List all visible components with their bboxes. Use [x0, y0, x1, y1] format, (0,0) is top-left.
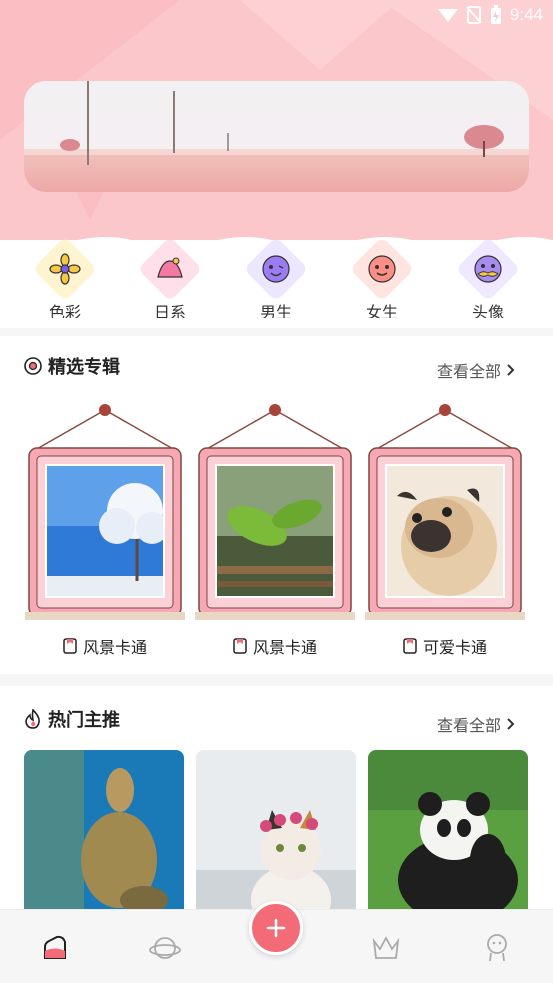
- status-bar: 9:44: [0, 0, 553, 32]
- category-label: 女生: [365, 303, 398, 318]
- bookmark-icon: [63, 638, 77, 654]
- no-sim-icon: [466, 6, 482, 24]
- green-sprout-image: [217, 466, 333, 596]
- flame-icon: [25, 709, 40, 729]
- category-avatar[interactable]: 头像: [448, 236, 528, 318]
- category-japanese[interactable]: 日系: [130, 236, 210, 318]
- category-icon-bg: [349, 236, 415, 302]
- album-card[interactable]: [195, 402, 355, 622]
- add-button[interactable]: [249, 901, 303, 955]
- album-photo-snowy-tree: [45, 464, 165, 598]
- nav-home[interactable]: [35, 928, 75, 968]
- status-time: 9:44: [509, 5, 543, 24]
- album-label-text: 风景卡通: [252, 638, 317, 657]
- hot-title: 热门主推: [24, 706, 120, 732]
- category-label: 男生: [259, 303, 292, 318]
- category-label: 色彩: [48, 303, 81, 318]
- pug-dog-image: [387, 466, 503, 596]
- banner-image: [24, 81, 529, 192]
- chevron-right-icon: [507, 718, 515, 730]
- category-icon-bg: [32, 236, 98, 302]
- see-all-label: 查看全部: [436, 716, 501, 735]
- category-icon-bg: [455, 236, 521, 302]
- album-card[interactable]: [25, 402, 185, 622]
- album-label-text: 可爱卡通: [422, 638, 487, 657]
- hot-card-cat[interactable]: [196, 750, 356, 920]
- nav-profile[interactable]: [477, 928, 517, 968]
- mustache-face-icon: [474, 255, 502, 283]
- album-label-text: 风景卡通: [82, 638, 147, 657]
- category-icon-bg: [137, 236, 203, 302]
- featured-title-text: 精选专辑: [48, 357, 120, 378]
- battery-icon: [490, 5, 501, 24]
- hot-card-turtle[interactable]: [24, 750, 184, 920]
- category-color[interactable]: 色彩: [25, 236, 105, 318]
- target-icon: [24, 357, 42, 375]
- album-label: 可爱卡通: [365, 634, 525, 658]
- featured-title: 精选专辑: [24, 353, 120, 379]
- hot-see-all[interactable]: 查看全部: [437, 712, 515, 736]
- featured-see-all[interactable]: 查看全部: [437, 358, 515, 382]
- girl-face-icon: [368, 255, 396, 283]
- album-label: 风景卡通: [195, 634, 355, 658]
- planet-icon: [149, 937, 181, 959]
- category-label: 头像: [471, 303, 504, 318]
- chevron-right-icon: [507, 364, 515, 376]
- flower-icon: [49, 253, 81, 285]
- nav-ranking[interactable]: [366, 928, 406, 968]
- nav-discover[interactable]: [145, 928, 185, 968]
- profile-icon: [487, 934, 507, 962]
- see-all-label: 查看全部: [436, 362, 501, 381]
- album-photo-pug: [385, 464, 505, 598]
- category-icon-bg: [243, 236, 309, 302]
- bookmark-icon: [233, 638, 247, 654]
- boy-face-icon: [262, 255, 290, 283]
- panda-image: [368, 750, 528, 920]
- category-label: 日系: [153, 303, 186, 318]
- bookmark-icon: [403, 638, 417, 654]
- category-boy[interactable]: 男生: [236, 236, 316, 318]
- category-girl[interactable]: 女生: [342, 236, 422, 318]
- hot-title-text: 热门主推: [48, 710, 120, 731]
- cat-flower-crown-image: [196, 750, 356, 920]
- banner[interactable]: [24, 81, 529, 192]
- wifi-icon: [437, 9, 458, 22]
- album-label: 风景卡通: [25, 634, 185, 658]
- album-card[interactable]: [365, 402, 525, 622]
- crown-icon: [372, 936, 400, 959]
- snowy-tree-image: [47, 466, 163, 596]
- home-icon: [44, 935, 66, 959]
- hot-card-panda[interactable]: [368, 750, 528, 920]
- sea-turtle-image: [24, 750, 184, 920]
- album-photo-green-sprout: [215, 464, 335, 598]
- mountain-icon: [157, 257, 183, 278]
- add-icon: [266, 918, 286, 938]
